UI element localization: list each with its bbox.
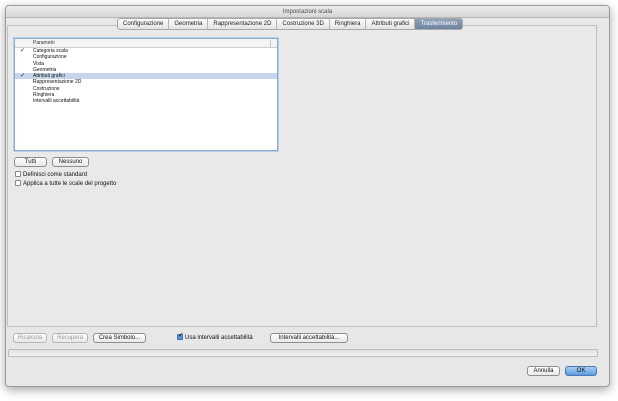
use-ranges-label: Usa intervalli accettabilità	[185, 335, 253, 341]
apply-all-label: Applica a tutte le scale del progetto	[23, 181, 117, 187]
list-header[interactable]: Parametri	[15, 39, 277, 48]
cancel-button[interactable]: Annulla	[527, 366, 560, 376]
acceptable-ranges-button[interactable]: Intervalli accettabilità...	[270, 333, 348, 343]
tab-bar: Configurazione Geometria Rappresentazion…	[117, 18, 464, 30]
list-item-label: Ringhiera	[33, 92, 55, 99]
apply-all-option[interactable]: Applica a tutte le scale del progetto	[15, 180, 116, 188]
select-none-button[interactable]: Nessuno	[52, 157, 89, 167]
list-item-label: Rappresentazione 2D	[33, 79, 82, 86]
list-item[interactable]: Intervalli accettabilità	[15, 98, 277, 104]
apply-all-checkbox[interactable]	[15, 180, 21, 186]
create-symbol-button[interactable]: Crea Simbolo...	[93, 333, 146, 343]
tab-configurazione[interactable]: Configurazione	[118, 19, 170, 29]
use-ranges-checkbox[interactable]	[177, 332, 184, 340]
list-item-label: Costruzione	[33, 85, 60, 92]
use-ranges-option[interactable]: Usa intervalli accettabilità	[177, 332, 253, 342]
progress-bar	[8, 349, 598, 357]
define-standard-checkbox[interactable]	[15, 171, 21, 177]
recalculate-button[interactable]: Ricalcola	[13, 333, 47, 343]
select-all-button[interactable]: Tutti	[14, 157, 47, 167]
list-item-label: Categoria scala	[33, 48, 68, 54]
tab-rappresentazione-2d[interactable]: Rappresentazione 2D	[208, 19, 278, 29]
window-title: Impostazioni scala	[6, 6, 609, 18]
list-item-label: Geometria	[33, 66, 57, 73]
column-divider	[270, 40, 271, 47]
tab-trasferimento[interactable]: Trasferimento	[415, 19, 463, 29]
parameters-rows: ✓ Categoria scala Configurazione Vista Geome…	[15, 48, 277, 105]
tab-ringhiera[interactable]: Ringhiera	[330, 19, 367, 29]
tab-geometria[interactable]: Geometria	[169, 19, 209, 29]
tab-attributi-grafici[interactable]: Attributi grafici	[366, 19, 416, 29]
list-item-label: Vista	[33, 60, 45, 67]
define-standard-option[interactable]: Definisci come standard	[15, 171, 87, 179]
list-item-label: Attributi grafici	[33, 73, 65, 80]
define-standard-label: Definisci come standard	[23, 172, 88, 178]
list-item-label: Intervalli accettabilità	[33, 98, 80, 105]
tab-costruzione-3d[interactable]: Costruzione 3D	[277, 19, 330, 29]
ok-button[interactable]: OK	[565, 366, 597, 376]
parameters-list[interactable]: Parametri ✓ Categoria scala Configurazione…	[14, 38, 278, 151]
list-header-label: Parametri	[33, 40, 55, 46]
recover-button[interactable]: Recupera	[52, 333, 88, 343]
list-item-label: Configurazione	[33, 54, 67, 61]
